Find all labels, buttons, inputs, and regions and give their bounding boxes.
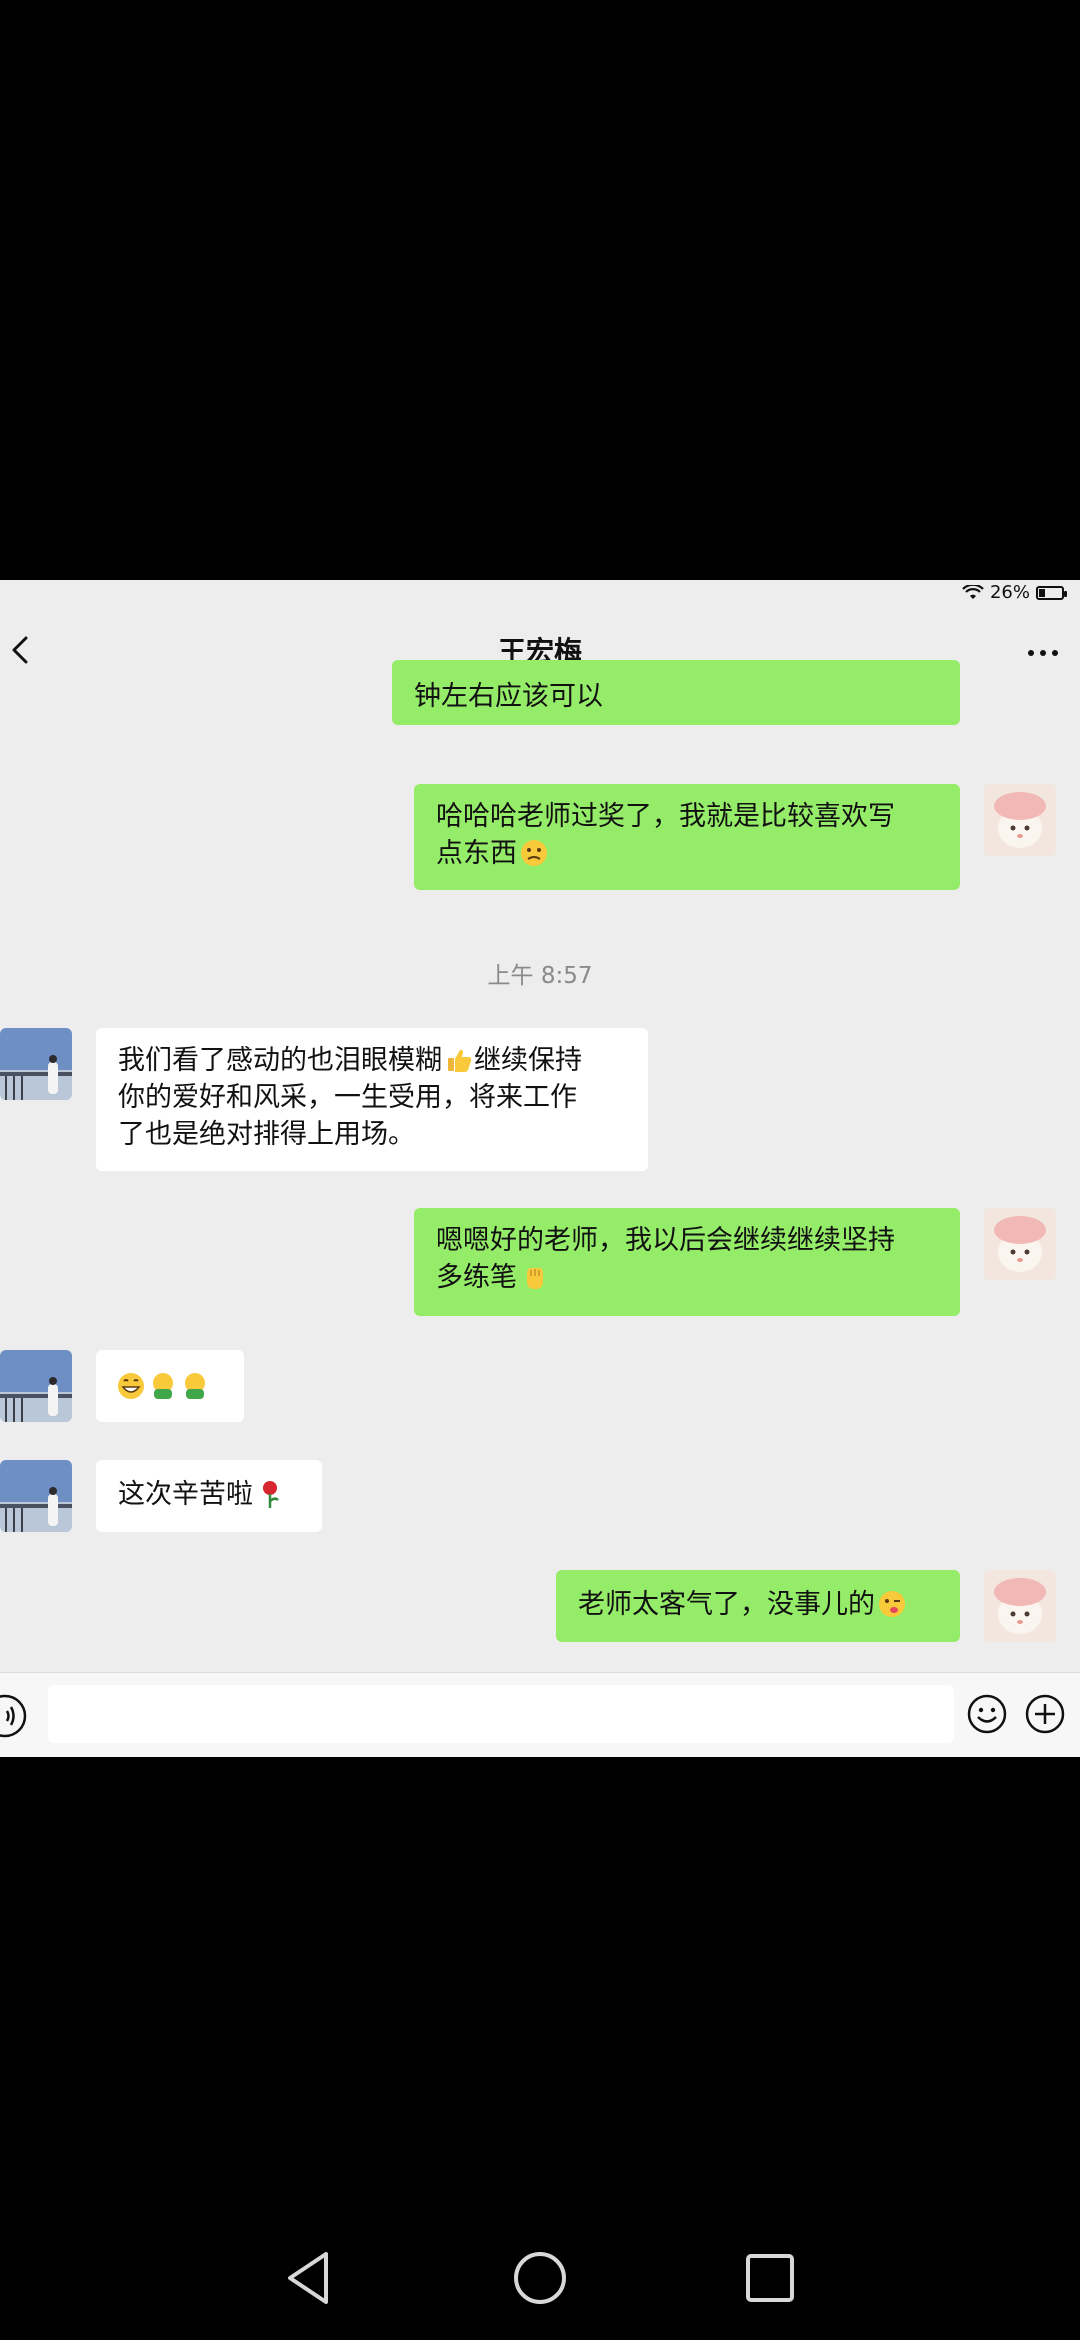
my-avatar[interactable] — [984, 784, 1056, 856]
chat-screen: 26% 王宏梅 钟左右应该可以 哈哈哈老师过奖了，我就是比较喜欢写 点东西 上午… — [0, 580, 1080, 1757]
message-text: 这次辛苦啦 — [118, 1479, 253, 1510]
emoji-icon[interactable] — [966, 1693, 1008, 1735]
message-text: 多练笔 — [436, 1262, 517, 1293]
battery-percent: 26% — [989, 582, 1030, 603]
thumbs-up-emoji-icon — [448, 1049, 472, 1072]
nav-back-icon[interactable] — [280, 2248, 336, 2308]
message-text: 了也是绝对排得上用场。 — [118, 1119, 415, 1150]
voice-icon[interactable] — [0, 1691, 30, 1741]
message-bubble-sent[interactable]: 嗯嗯好的老师，我以后会继续继续坚持 多练笔 — [414, 1208, 960, 1316]
hug-emoji-icon — [153, 1373, 173, 1399]
rose-emoji-icon — [263, 1481, 279, 1508]
message-bubble-sent[interactable]: 钟左右应该可以 — [392, 660, 960, 725]
message-text: 继续保持 — [474, 1045, 582, 1076]
fist-emoji-icon — [527, 1268, 543, 1289]
thinking-emoji-icon — [521, 840, 547, 866]
message-bubble-sent[interactable]: 老师太客气了，没事儿的 — [556, 1570, 960, 1642]
more-icon[interactable] — [1028, 650, 1058, 656]
hug-emoji-icon — [185, 1373, 205, 1399]
message-text: 你的爱好和风采，一生受用，将来工作 — [118, 1082, 577, 1113]
message-text: 老师太客气了，没事儿的 — [578, 1589, 875, 1620]
message-input[interactable] — [48, 1685, 954, 1743]
contact-avatar[interactable] — [0, 1460, 72, 1532]
status-bar: 26% — [0, 580, 1080, 610]
my-avatar[interactable] — [984, 1570, 1056, 1642]
battery-icon — [1036, 585, 1067, 600]
input-bar — [0, 1672, 1080, 1757]
contact-avatar[interactable] — [0, 1350, 72, 1422]
message-text: 我们看了感动的也泪眼模糊 — [118, 1045, 442, 1076]
message-bubble-received[interactable] — [96, 1350, 244, 1422]
message-text: 嗯嗯好的老师，我以后会继续继续坚持 — [436, 1225, 895, 1256]
contact-avatar[interactable] — [0, 1028, 72, 1100]
grin-emoji-icon — [118, 1373, 144, 1399]
my-avatar[interactable] — [984, 1208, 1056, 1280]
message-bubble-received[interactable]: 我们看了感动的也泪眼模糊 继续保持 你的爱好和风采，一生受用，将来工作 了也是绝对… — [96, 1028, 648, 1171]
timestamp: 上午 8:57 — [487, 963, 593, 989]
message-bubble-received[interactable]: 这次辛苦啦 — [96, 1460, 322, 1532]
plus-icon[interactable] — [1024, 1693, 1066, 1735]
nav-home-icon[interactable] — [512, 2250, 568, 2306]
message-text: 点东西 — [436, 838, 517, 869]
message-bubble-sent[interactable]: 哈哈哈老师过奖了，我就是比较喜欢写 点东西 — [414, 784, 960, 890]
message-text: 哈哈哈老师过奖了，我就是比较喜欢写 — [436, 801, 895, 832]
wifi-icon — [962, 584, 984, 599]
message-text: 钟左右应该可以 — [414, 681, 603, 712]
wink-emoji-icon — [879, 1591, 905, 1617]
nav-recent-icon[interactable] — [744, 2252, 796, 2304]
